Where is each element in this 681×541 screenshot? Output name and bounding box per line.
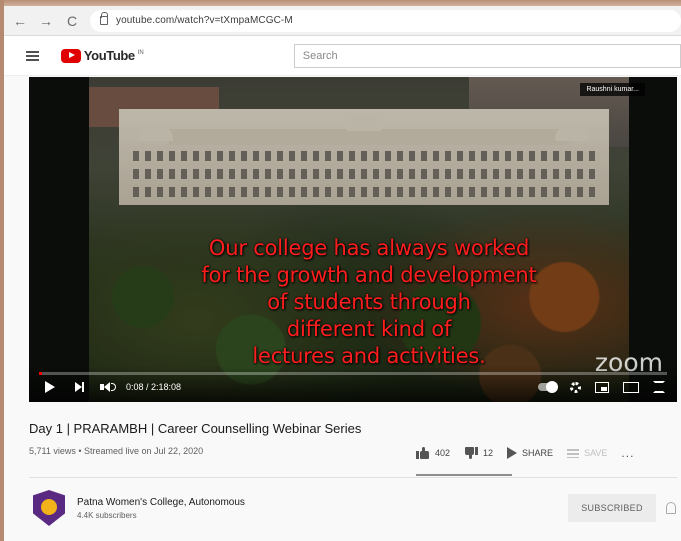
search-placeholder: Search (302, 49, 338, 62)
reload-icon[interactable]: C (64, 13, 80, 29)
channel-info: Patna Women's College, Autonomous 4.4K s… (33, 490, 245, 526)
address-bar[interactable]: youtube.com/watch?v=tXmpaMCGC-M (90, 9, 681, 32)
progress-bar[interactable] (39, 372, 667, 375)
forward-arrow-icon[interactable]: → (38, 13, 54, 29)
like-button[interactable]: 402 (416, 447, 450, 459)
speaker-name-tag: Raushni kumar... (580, 83, 645, 96)
volume-icon-wave (111, 383, 116, 391)
video-player[interactable]: Raushni kumar... Our college has always … (29, 77, 677, 402)
autoplay-toggle-icon[interactable] (538, 381, 558, 393)
divider (29, 477, 677, 478)
playlist-add-icon (567, 448, 580, 458)
like-ratio-bar (416, 474, 512, 476)
miniplayer-icon[interactable] (595, 381, 609, 393)
youtube-header: YouTube IN Search (4, 36, 681, 76)
volume-icon-cone (104, 382, 110, 392)
subscribe-button[interactable]: SUBSCRIBED (568, 494, 656, 522)
thumbs-up-icon (416, 447, 430, 459)
logo-text: YouTube (83, 48, 135, 63)
channel-avatar[interactable] (33, 490, 65, 526)
youtube-play-logo-icon (60, 48, 81, 63)
video-meta: 5,711 views • Streamed live on Jul 22, 2… (29, 446, 204, 456)
player-right-controls (538, 381, 665, 393)
save-label: SAVE (584, 448, 608, 458)
controls-row: 0:08 / 2:18:08 (45, 378, 667, 396)
play-icon[interactable] (45, 381, 55, 393)
share-label: SHARE (522, 448, 554, 458)
time-display: 0:08 / 2:18:08 (126, 382, 182, 392)
menu-icon[interactable] (26, 50, 39, 61)
next-icon[interactable] (75, 382, 84, 392)
theater-mode-icon[interactable] (623, 381, 639, 393)
caption-line: of students through (267, 290, 471, 314)
caption-line: Our college has always worked (208, 236, 530, 260)
browser-toolbar: ← → C youtube.com/watch?v=tXmpaMCGC-M (4, 6, 681, 36)
back-arrow-icon[interactable]: ← (12, 13, 28, 29)
search-input[interactable]: Search (293, 43, 681, 68)
channel-text: Patna Women's College, Autonomous 4.4K s… (77, 497, 245, 520)
share-button[interactable]: SHARE (507, 447, 553, 459)
dislike-button[interactable]: 12 (464, 447, 493, 459)
video-title: Day 1 | PRARAMBH | Career Counselling We… (29, 421, 362, 436)
caption-line: different kind of (286, 317, 452, 341)
fullscreen-icon[interactable] (653, 381, 665, 393)
player-controls: 0:08 / 2:18:08 (29, 366, 677, 402)
lock-icon (100, 12, 108, 25)
save-button[interactable]: SAVE (567, 448, 607, 458)
thumbs-down-icon (464, 447, 479, 459)
dislike-count: 12 (483, 448, 494, 458)
logo-country-code: IN (137, 50, 144, 56)
progress-fill (39, 372, 43, 375)
like-count: 402 (435, 448, 451, 458)
video-actions: 402 12 SHARE SAVE ... (416, 446, 634, 460)
share-icon (507, 447, 518, 459)
caption-line: for the growth and development (201, 263, 537, 287)
settings-gear-icon[interactable] (570, 381, 581, 393)
address-url[interactable]: youtube.com/watch?v=tXmpaMCGC-M (116, 15, 293, 26)
subscriber-count: 4.4K subscribers (77, 510, 137, 520)
notification-bell-icon[interactable] (666, 502, 676, 514)
more-actions-button[interactable]: ... (621, 446, 634, 460)
volume-icon[interactable] (100, 382, 116, 392)
youtube-logo[interactable]: YouTube IN (60, 48, 144, 63)
video-caption: Our college has always worked for the gr… (169, 235, 569, 370)
channel-name[interactable]: Patna Women's College, Autonomous (77, 497, 245, 508)
